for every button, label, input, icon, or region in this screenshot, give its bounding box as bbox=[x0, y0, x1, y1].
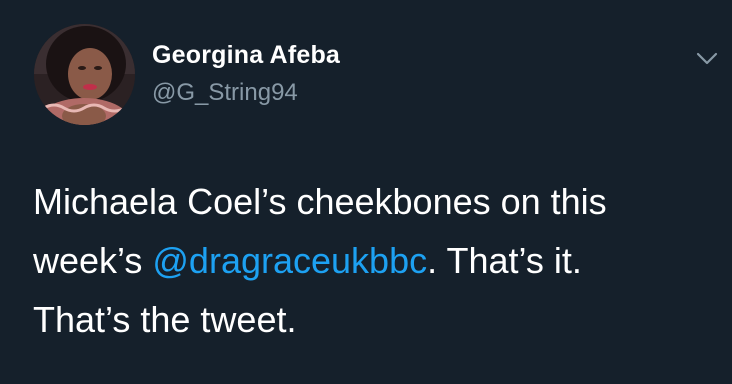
tweet-text-line-2-end: . That’s it. bbox=[427, 240, 582, 281]
tweet-text-line-2-start: week’s bbox=[33, 240, 153, 281]
chevron-down-icon[interactable] bbox=[694, 48, 720, 70]
avatar-photo-icon bbox=[34, 24, 135, 125]
tweet-text-line-1: Michaela Coel’s cheekbones on this bbox=[33, 181, 607, 222]
avatar[interactable] bbox=[34, 24, 135, 125]
tweet-card: Georgina Afeba @G_String94 Michaela Coel… bbox=[0, 0, 732, 384]
tweet-text: Michaela Coel’s cheekbones on this week’… bbox=[33, 172, 723, 349]
display-name[interactable]: Georgina Afeba bbox=[152, 41, 340, 70]
user-handle[interactable]: @G_String94 bbox=[152, 79, 298, 107]
tweet-text-line-2: week’s @dragraceukbbc. That’s it. bbox=[33, 231, 723, 290]
tweet-text-line-3: That’s the tweet. bbox=[33, 299, 297, 340]
mention-link[interactable]: @dragraceukbbc bbox=[152, 240, 427, 281]
